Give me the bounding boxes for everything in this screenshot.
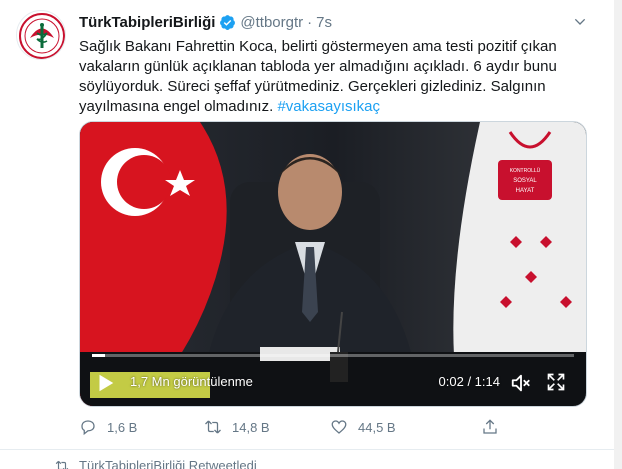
ttb-logo-icon: [19, 13, 65, 59]
svg-text:SOSYAL: SOSYAL: [513, 178, 537, 184]
view-count: 1,7 Mn görüntülenme: [130, 374, 253, 389]
fullscreen-icon[interactable]: [546, 372, 566, 392]
reply-button[interactable]: 1,6 B: [79, 418, 137, 436]
retweet-context: TürkTabipleriBirliği Retweetledi: [55, 458, 257, 469]
timeline-divider: [0, 449, 614, 450]
video-player[interactable]: KONTROLLÜ SOSYAL HAYAT 1,7 Mn görüntülen…: [79, 121, 587, 407]
verified-badge-icon: [220, 14, 236, 30]
svg-text:HAYAT: HAYAT: [516, 188, 535, 194]
like-button[interactable]: 44,5 B: [330, 418, 396, 436]
retweet-context-text[interactable]: TürkTabipleriBirliği Retweetledi: [79, 458, 257, 469]
like-count: 44,5 B: [358, 419, 396, 435]
like-icon: [331, 420, 347, 434]
chevron-down-icon[interactable]: [572, 14, 588, 30]
play-icon[interactable]: [94, 372, 116, 394]
retweet-icon: [205, 420, 221, 434]
video-time: 0:02 / 1:14: [438, 374, 500, 389]
tweet-text: Sağlık Bakanı Fahrettin Koca, belirti gö…: [79, 37, 559, 117]
tweet-actions: 1,6 B 14,8 B 44,5 B: [79, 418, 559, 438]
video-progress-fill: [92, 354, 105, 357]
video-frame: KONTROLLÜ SOSYAL HAYAT: [80, 122, 586, 406]
retweet-small-icon: [55, 460, 69, 469]
hashtag-link[interactable]: #vakasayısıkaç: [277, 98, 380, 115]
separator-dot: ·: [307, 13, 313, 31]
mute-icon[interactable]: [510, 372, 532, 394]
handle[interactable]: @ttborgtr: [240, 14, 303, 31]
reply-count: 1,6 B: [107, 419, 138, 435]
video-progress-track[interactable]: [92, 354, 574, 357]
avatar[interactable]: [16, 10, 66, 60]
retweet-count: 14,8 B: [232, 419, 270, 435]
tweet-card[interactable]: TürkTabipleriBirliği @ttborgtr · 7s Sağl…: [0, 0, 614, 455]
tweet-header: TürkTabipleriBirliği @ttborgtr · 7s: [79, 12, 332, 32]
scrollbar[interactable]: [614, 0, 622, 469]
timestamp[interactable]: 7s: [316, 14, 332, 31]
reply-icon: [81, 420, 95, 436]
share-button[interactable]: [481, 418, 509, 436]
svg-text:KONTROLLÜ: KONTROLLÜ: [510, 167, 541, 174]
share-icon: [483, 419, 497, 434]
display-name[interactable]: TürkTabipleriBirliği: [79, 14, 215, 31]
retweet-button[interactable]: 14,8 B: [204, 418, 270, 436]
